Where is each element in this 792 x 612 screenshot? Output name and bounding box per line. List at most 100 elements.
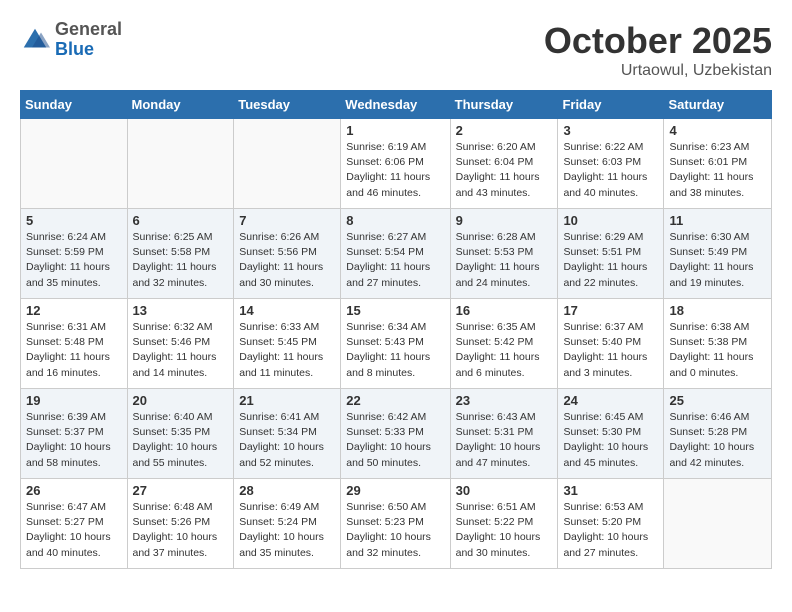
month-title: October 2025 <box>544 20 772 62</box>
logo: General Blue <box>20 20 122 60</box>
day-number: 9 <box>456 213 553 228</box>
day-info: Sunrise: 6:20 AM Sunset: 6:04 PM Dayligh… <box>456 140 553 201</box>
day-info: Sunrise: 6:49 AM Sunset: 5:24 PM Dayligh… <box>239 500 335 561</box>
day-info: Sunrise: 6:32 AM Sunset: 5:46 PM Dayligh… <box>133 320 229 381</box>
day-info: Sunrise: 6:26 AM Sunset: 5:56 PM Dayligh… <box>239 230 335 291</box>
calendar-cell: 14Sunrise: 6:33 AM Sunset: 5:45 PM Dayli… <box>234 299 341 389</box>
day-info: Sunrise: 6:28 AM Sunset: 5:53 PM Dayligh… <box>456 230 553 291</box>
day-number: 28 <box>239 483 335 498</box>
location-text: Urtaowul, Uzbekistan <box>544 62 772 80</box>
day-number: 20 <box>133 393 229 408</box>
day-info: Sunrise: 6:42 AM Sunset: 5:33 PM Dayligh… <box>346 410 444 471</box>
day-number: 8 <box>346 213 444 228</box>
day-number: 27 <box>133 483 229 498</box>
day-info: Sunrise: 6:23 AM Sunset: 6:01 PM Dayligh… <box>669 140 766 201</box>
page-header: General Blue October 2025 Urtaowul, Uzbe… <box>20 20 772 80</box>
weekday-header-row: SundayMondayTuesdayWednesdayThursdayFrid… <box>21 91 772 119</box>
calendar-cell: 5 Sunrise: 6:24 AM Sunset: 5:59 PM Daylig… <box>21 209 128 299</box>
calendar-cell: 11 Sunrise: 6:30 AM Sunset: 5:49 PM Dayli… <box>664 209 772 299</box>
calendar-cell: 6 Sunrise: 6:25 AM Sunset: 5:58 PM Daylig… <box>127 209 234 299</box>
weekday-header: Friday <box>558 91 664 119</box>
weekday-header: Sunday <box>21 91 128 119</box>
calendar-cell <box>127 119 234 209</box>
day-info: Sunrise: 6:46 AM Sunset: 5:28 PM Dayligh… <box>669 410 766 471</box>
calendar-cell: 29Sunrise: 6:50 AM Sunset: 5:23 PM Dayli… <box>341 479 450 569</box>
calendar-cell: 3Sunrise: 6:22 AM Sunset: 6:03 PM Daylig… <box>558 119 664 209</box>
calendar-cell: 26 Sunrise: 6:47 AM Sunset: 5:27 PM Dayli… <box>21 479 128 569</box>
day-info: Sunrise: 6:25 AM Sunset: 5:58 PM Dayligh… <box>133 230 229 291</box>
day-number: 10 <box>563 213 658 228</box>
day-info: Sunrise: 6:43 AM Sunset: 5:31 PM Dayligh… <box>456 410 553 471</box>
calendar-cell: 25 Sunrise: 6:46 AM Sunset: 5:28 PM Dayli… <box>664 389 772 479</box>
day-number: 21 <box>239 393 335 408</box>
calendar-cell: 27 Sunrise: 6:48 AM Sunset: 5:26 PM Dayli… <box>127 479 234 569</box>
calendar-cell: 9 Sunrise: 6:28 AM Sunset: 5:53 PM Daylig… <box>450 209 558 299</box>
day-number: 25 <box>669 393 766 408</box>
calendar-table: SundayMondayTuesdayWednesdayThursdayFrid… <box>20 90 772 569</box>
day-info: Sunrise: 6:30 AM Sunset: 5:49 PM Dayligh… <box>669 230 766 291</box>
day-info: Sunrise: 6:35 AM Sunset: 5:42 PM Dayligh… <box>456 320 553 381</box>
calendar-cell: 2 Sunrise: 6:20 AM Sunset: 6:04 PM Daylig… <box>450 119 558 209</box>
calendar-week-row: 5 Sunrise: 6:24 AM Sunset: 5:59 PM Daylig… <box>21 209 772 299</box>
day-info: Sunrise: 6:37 AM Sunset: 5:40 PM Dayligh… <box>563 320 658 381</box>
calendar-cell: 21Sunrise: 6:41 AM Sunset: 5:34 PM Dayli… <box>234 389 341 479</box>
day-number: 17 <box>563 303 658 318</box>
day-number: 15 <box>346 303 444 318</box>
calendar-cell: 1 Sunrise: 6:19 AM Sunset: 6:06 PM Daylig… <box>341 119 450 209</box>
day-number: 7 <box>239 213 335 228</box>
day-info: Sunrise: 6:53 AM Sunset: 5:20 PM Dayligh… <box>563 500 658 561</box>
logo-general-text: General <box>55 20 122 40</box>
weekday-header: Tuesday <box>234 91 341 119</box>
day-number: 23 <box>456 393 553 408</box>
day-info: Sunrise: 6:40 AM Sunset: 5:35 PM Dayligh… <box>133 410 229 471</box>
logo-blue-text: Blue <box>55 40 122 60</box>
calendar-cell: 31 Sunrise: 6:53 AM Sunset: 5:20 PM Dayli… <box>558 479 664 569</box>
day-number: 1 <box>346 123 444 138</box>
day-number: 30 <box>456 483 553 498</box>
day-number: 22 <box>346 393 444 408</box>
day-info: Sunrise: 6:24 AM Sunset: 5:59 PM Dayligh… <box>26 230 122 291</box>
calendar-week-row: 26 Sunrise: 6:47 AM Sunset: 5:27 PM Dayli… <box>21 479 772 569</box>
day-info: Sunrise: 6:38 AM Sunset: 5:38 PM Dayligh… <box>669 320 766 381</box>
day-number: 31 <box>563 483 658 498</box>
calendar-cell: 10 Sunrise: 6:29 AM Sunset: 5:51 PM Dayli… <box>558 209 664 299</box>
day-info: Sunrise: 6:48 AM Sunset: 5:26 PM Dayligh… <box>133 500 229 561</box>
day-number: 12 <box>26 303 122 318</box>
day-number: 6 <box>133 213 229 228</box>
calendar-cell: 16Sunrise: 6:35 AM Sunset: 5:42 PM Dayli… <box>450 299 558 389</box>
weekday-header: Wednesday <box>341 91 450 119</box>
title-block: October 2025 Urtaowul, Uzbekistan <box>544 20 772 80</box>
calendar-cell: 30 Sunrise: 6:51 AM Sunset: 5:22 PM Dayli… <box>450 479 558 569</box>
day-info: Sunrise: 6:27 AM Sunset: 5:54 PM Dayligh… <box>346 230 444 291</box>
calendar-cell: 18 Sunrise: 6:38 AM Sunset: 5:38 PM Dayli… <box>664 299 772 389</box>
day-info: Sunrise: 6:39 AM Sunset: 5:37 PM Dayligh… <box>26 410 122 471</box>
day-info: Sunrise: 6:47 AM Sunset: 5:27 PM Dayligh… <box>26 500 122 561</box>
calendar-cell: 20 Sunrise: 6:40 AM Sunset: 5:35 PM Dayli… <box>127 389 234 479</box>
day-info: Sunrise: 6:51 AM Sunset: 5:22 PM Dayligh… <box>456 500 553 561</box>
calendar-cell: 19 Sunrise: 6:39 AM Sunset: 5:37 PM Dayli… <box>21 389 128 479</box>
day-number: 5 <box>26 213 122 228</box>
day-info: Sunrise: 6:34 AM Sunset: 5:43 PM Dayligh… <box>346 320 444 381</box>
day-number: 2 <box>456 123 553 138</box>
day-info: Sunrise: 6:45 AM Sunset: 5:30 PM Dayligh… <box>563 410 658 471</box>
calendar-cell: 8 Sunrise: 6:27 AM Sunset: 5:54 PM Daylig… <box>341 209 450 299</box>
calendar-cell: 28 Sunrise: 6:49 AM Sunset: 5:24 PM Dayli… <box>234 479 341 569</box>
calendar-week-row: 1 Sunrise: 6:19 AM Sunset: 6:06 PM Daylig… <box>21 119 772 209</box>
calendar-week-row: 19 Sunrise: 6:39 AM Sunset: 5:37 PM Dayli… <box>21 389 772 479</box>
day-number: 18 <box>669 303 766 318</box>
day-number: 11 <box>669 213 766 228</box>
day-info: Sunrise: 6:50 AM Sunset: 5:23 PM Dayligh… <box>346 500 444 561</box>
day-info: Sunrise: 6:31 AM Sunset: 5:48 PM Dayligh… <box>26 320 122 381</box>
day-info: Sunrise: 6:19 AM Sunset: 6:06 PM Dayligh… <box>346 140 444 201</box>
weekday-header: Monday <box>127 91 234 119</box>
calendar-cell: 24 Sunrise: 6:45 AM Sunset: 5:30 PM Dayli… <box>558 389 664 479</box>
day-number: 19 <box>26 393 122 408</box>
day-info: Sunrise: 6:29 AM Sunset: 5:51 PM Dayligh… <box>563 230 658 291</box>
day-number: 24 <box>563 393 658 408</box>
calendar-cell: 15 Sunrise: 6:34 AM Sunset: 5:43 PM Dayli… <box>341 299 450 389</box>
calendar-week-row: 12 Sunrise: 6:31 AM Sunset: 5:48 PM Dayli… <box>21 299 772 389</box>
calendar-header: SundayMondayTuesdayWednesdayThursdayFrid… <box>21 91 772 119</box>
day-number: 26 <box>26 483 122 498</box>
calendar-cell: 23 Sunrise: 6:43 AM Sunset: 5:31 PM Dayli… <box>450 389 558 479</box>
day-number: 3 <box>563 123 658 138</box>
